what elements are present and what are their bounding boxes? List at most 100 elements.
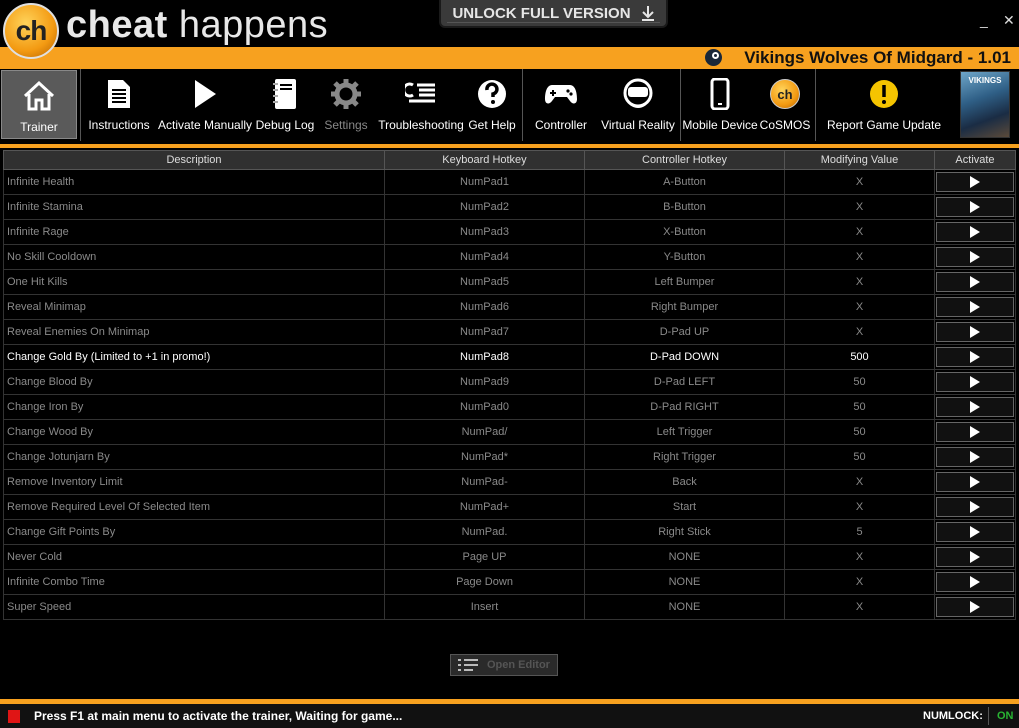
- activate-button[interactable]: [936, 247, 1014, 267]
- activate-button[interactable]: [936, 547, 1014, 567]
- settings-button[interactable]: Settings: [320, 69, 372, 141]
- debug-log-button[interactable]: Debug Log: [256, 69, 314, 141]
- cell-modifying-value[interactable]: X: [784, 319, 935, 345]
- activate-button[interactable]: [936, 197, 1014, 217]
- controller-button[interactable]: Controller: [534, 69, 588, 141]
- activate-button[interactable]: [936, 347, 1014, 367]
- cell-description: Change Wood By: [3, 419, 385, 445]
- cheat-table: Description Keyboard Hotkey Controller H…: [3, 150, 1016, 620]
- cell-activate: [934, 194, 1016, 220]
- cell-modifying-value[interactable]: X: [784, 269, 935, 295]
- cell-keyboard-hotkey: NumPad+: [384, 494, 585, 520]
- cell-modifying-value[interactable]: 50: [784, 444, 935, 470]
- table-row[interactable]: Reveal Enemies On Minimap NumPad7 D-Pad UP…: [3, 319, 1016, 345]
- mobile-device-button[interactable]: Mobile Device: [682, 69, 758, 141]
- cell-keyboard-hotkey: NumPad2: [384, 194, 585, 220]
- cell-modifying-value[interactable]: X: [784, 544, 935, 570]
- cell-description: Reveal Enemies On Minimap: [3, 319, 385, 345]
- activate-button[interactable]: [936, 497, 1014, 517]
- cell-modifying-value[interactable]: X: [784, 569, 935, 595]
- report-game-update-button[interactable]: Report Game Update: [827, 69, 941, 141]
- cell-description: Change Gift Points By: [3, 519, 385, 545]
- table-row[interactable]: Infinite Rage NumPad3 X-Button X: [3, 219, 1016, 245]
- activate-button[interactable]: [936, 322, 1014, 342]
- cell-controller-hotkey: Right Stick: [584, 519, 785, 545]
- cell-activate: [934, 444, 1016, 470]
- cell-description: Remove Required Level Of Selected Item: [3, 494, 385, 520]
- activate-button[interactable]: [936, 397, 1014, 417]
- document-icon: [99, 74, 139, 114]
- table-row[interactable]: Infinite Stamina NumPad2 B-Button X: [3, 194, 1016, 220]
- cell-modifying-value[interactable]: X: [784, 494, 935, 520]
- table-row[interactable]: Reveal Minimap NumPad6 Right Bumper X: [3, 294, 1016, 320]
- open-editor-button[interactable]: Open Editor: [450, 654, 558, 676]
- cosmos-button[interactable]: ch CoSMOS: [760, 69, 810, 141]
- toolbar-divider: [522, 69, 523, 141]
- brand-bold: cheat: [66, 4, 168, 46]
- numlock-divider: [988, 707, 989, 725]
- play-icon: [970, 476, 980, 488]
- table-row[interactable]: Change Jotunjarn By NumPad* Right Trigger 5…: [3, 444, 1016, 470]
- cell-controller-hotkey: Y-Button: [584, 244, 785, 270]
- cell-modifying-value[interactable]: X: [784, 294, 935, 320]
- cell-modifying-value[interactable]: 500: [784, 344, 935, 370]
- table-row[interactable]: Change Gift Points By NumPad. Right Stick 5: [3, 519, 1016, 545]
- table-row[interactable]: One Hit Kills NumPad5 Left Bumper X: [3, 269, 1016, 295]
- activate-button[interactable]: [936, 222, 1014, 242]
- cell-controller-hotkey: NONE: [584, 569, 785, 595]
- activate-button[interactable]: [936, 597, 1014, 617]
- table-row[interactable]: Infinite Health NumPad1 A-Button X: [3, 169, 1016, 195]
- virtual-reality-button[interactable]: Virtual Reality: [600, 69, 676, 141]
- activate-manually-label: Activate Manually: [157, 118, 253, 132]
- cell-modifying-value[interactable]: 5: [784, 519, 935, 545]
- activate-button[interactable]: [936, 172, 1014, 192]
- cell-modifying-value[interactable]: X: [784, 194, 935, 220]
- activate-button[interactable]: [936, 297, 1014, 317]
- cell-modifying-value[interactable]: X: [784, 469, 935, 495]
- close-button[interactable]: ✕: [1003, 12, 1015, 29]
- activate-button[interactable]: [936, 272, 1014, 292]
- cell-modifying-value[interactable]: X: [784, 244, 935, 270]
- minimize-button[interactable]: _: [980, 12, 988, 28]
- cell-description: Change Jotunjarn By: [3, 444, 385, 470]
- cell-modifying-value[interactable]: 50: [784, 419, 935, 445]
- unlock-full-version-button[interactable]: UNLOCK FULL VERSION: [439, 0, 668, 28]
- cell-description: Infinite Stamina: [3, 194, 385, 220]
- activate-button[interactable]: [936, 447, 1014, 467]
- instructions-button[interactable]: Instructions: [86, 69, 152, 141]
- table-row[interactable]: Remove Inventory Limit NumPad- Back X: [3, 469, 1016, 495]
- cell-modifying-value[interactable]: X: [784, 594, 935, 620]
- cell-modifying-value[interactable]: 50: [784, 369, 935, 395]
- cell-modifying-value[interactable]: X: [784, 219, 935, 245]
- activate-button[interactable]: [936, 422, 1014, 442]
- cell-activate: [934, 594, 1016, 620]
- cell-activate: [934, 269, 1016, 295]
- table-row[interactable]: Change Gold By (Limited to +1 in promo!)…: [3, 344, 1016, 370]
- table-row[interactable]: Remove Required Level Of Selected Item Nu…: [3, 494, 1016, 520]
- cell-modifying-value[interactable]: 50: [784, 394, 935, 420]
- table-row[interactable]: Change Iron By NumPad0 D-Pad RIGHT 50: [3, 394, 1016, 420]
- get-help-button[interactable]: Get Help: [468, 69, 516, 141]
- cell-keyboard-hotkey: NumPad3: [384, 219, 585, 245]
- cell-description: Reveal Minimap: [3, 294, 385, 320]
- activate-button[interactable]: [936, 572, 1014, 592]
- troubleshooting-button[interactable]: Troubleshooting: [378, 69, 464, 141]
- logo-text: ch: [15, 15, 48, 46]
- activate-manually-button[interactable]: Activate Manually: [157, 69, 253, 141]
- play-icon: [970, 201, 980, 213]
- cell-controller-hotkey: Left Trigger: [584, 419, 785, 445]
- activate-button[interactable]: [936, 522, 1014, 542]
- activate-button[interactable]: [936, 372, 1014, 392]
- cell-description: Never Cold: [3, 544, 385, 570]
- table-row[interactable]: Change Wood By NumPad/Left Trigger 50: [3, 419, 1016, 445]
- table-row[interactable]: Infinite Combo Time Page Down NONE X: [3, 569, 1016, 595]
- cell-activate: [934, 369, 1016, 395]
- cell-modifying-value[interactable]: X: [784, 169, 935, 195]
- tab-trainer[interactable]: Trainer: [1, 70, 77, 139]
- activate-button[interactable]: [936, 472, 1014, 492]
- table-row[interactable]: Change Blood By NumPad9 D-Pad LEFT 50: [3, 369, 1016, 395]
- cell-controller-hotkey: NONE: [584, 594, 785, 620]
- table-row[interactable]: Never Cold Page UP NONE X: [3, 544, 1016, 570]
- table-row[interactable]: No Skill Cooldown NumPad4 Y-Button X: [3, 244, 1016, 270]
- table-row[interactable]: Super Speed Insert NONE X: [3, 594, 1016, 620]
